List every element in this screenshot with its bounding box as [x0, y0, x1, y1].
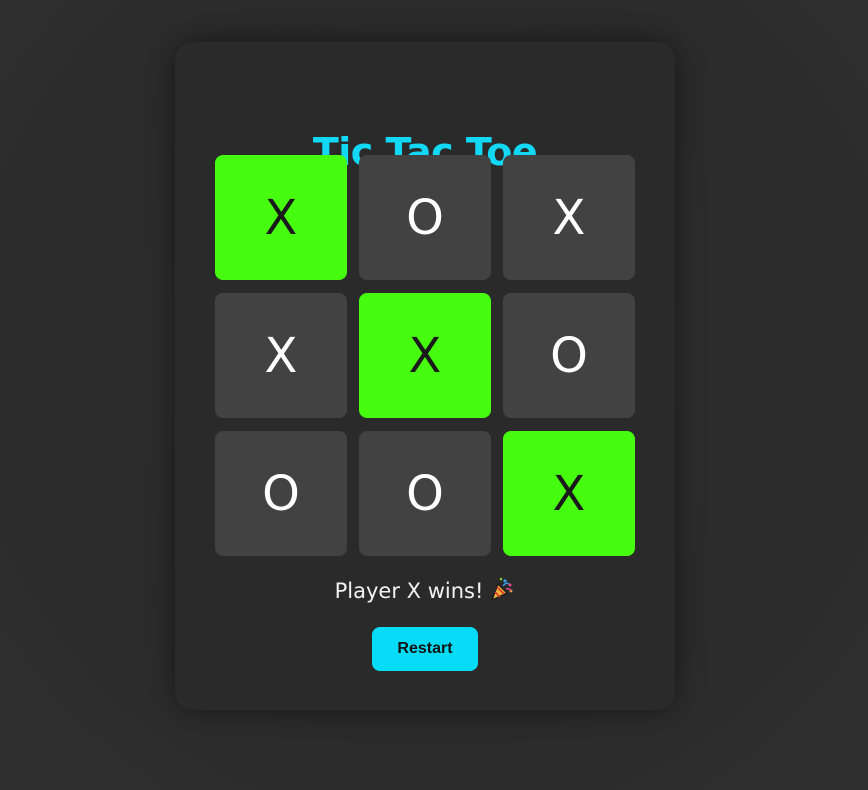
board-cell[interactable]: X: [215, 293, 347, 418]
board-cell[interactable]: X: [503, 431, 635, 556]
game-status: Player X wins!: [175, 575, 675, 607]
status-text: Player X wins!: [334, 579, 484, 603]
board-cell[interactable]: O: [215, 431, 347, 556]
page: Tic Tac Toe X O X X X O O O X Player X w…: [0, 0, 868, 790]
game-card: Tic Tac Toe X O X X X O O O X Player X w…: [175, 42, 675, 710]
board-cell[interactable]: O: [359, 155, 491, 280]
board-cell[interactable]: X: [503, 155, 635, 280]
restart-button[interactable]: Restart: [372, 627, 478, 671]
board-cell[interactable]: X: [215, 155, 347, 280]
party-popper-icon: [489, 576, 515, 602]
board-cell[interactable]: O: [359, 431, 491, 556]
board-cell[interactable]: X: [359, 293, 491, 418]
board-cell[interactable]: O: [503, 293, 635, 418]
game-board: X O X X X O O O X: [215, 155, 635, 556]
